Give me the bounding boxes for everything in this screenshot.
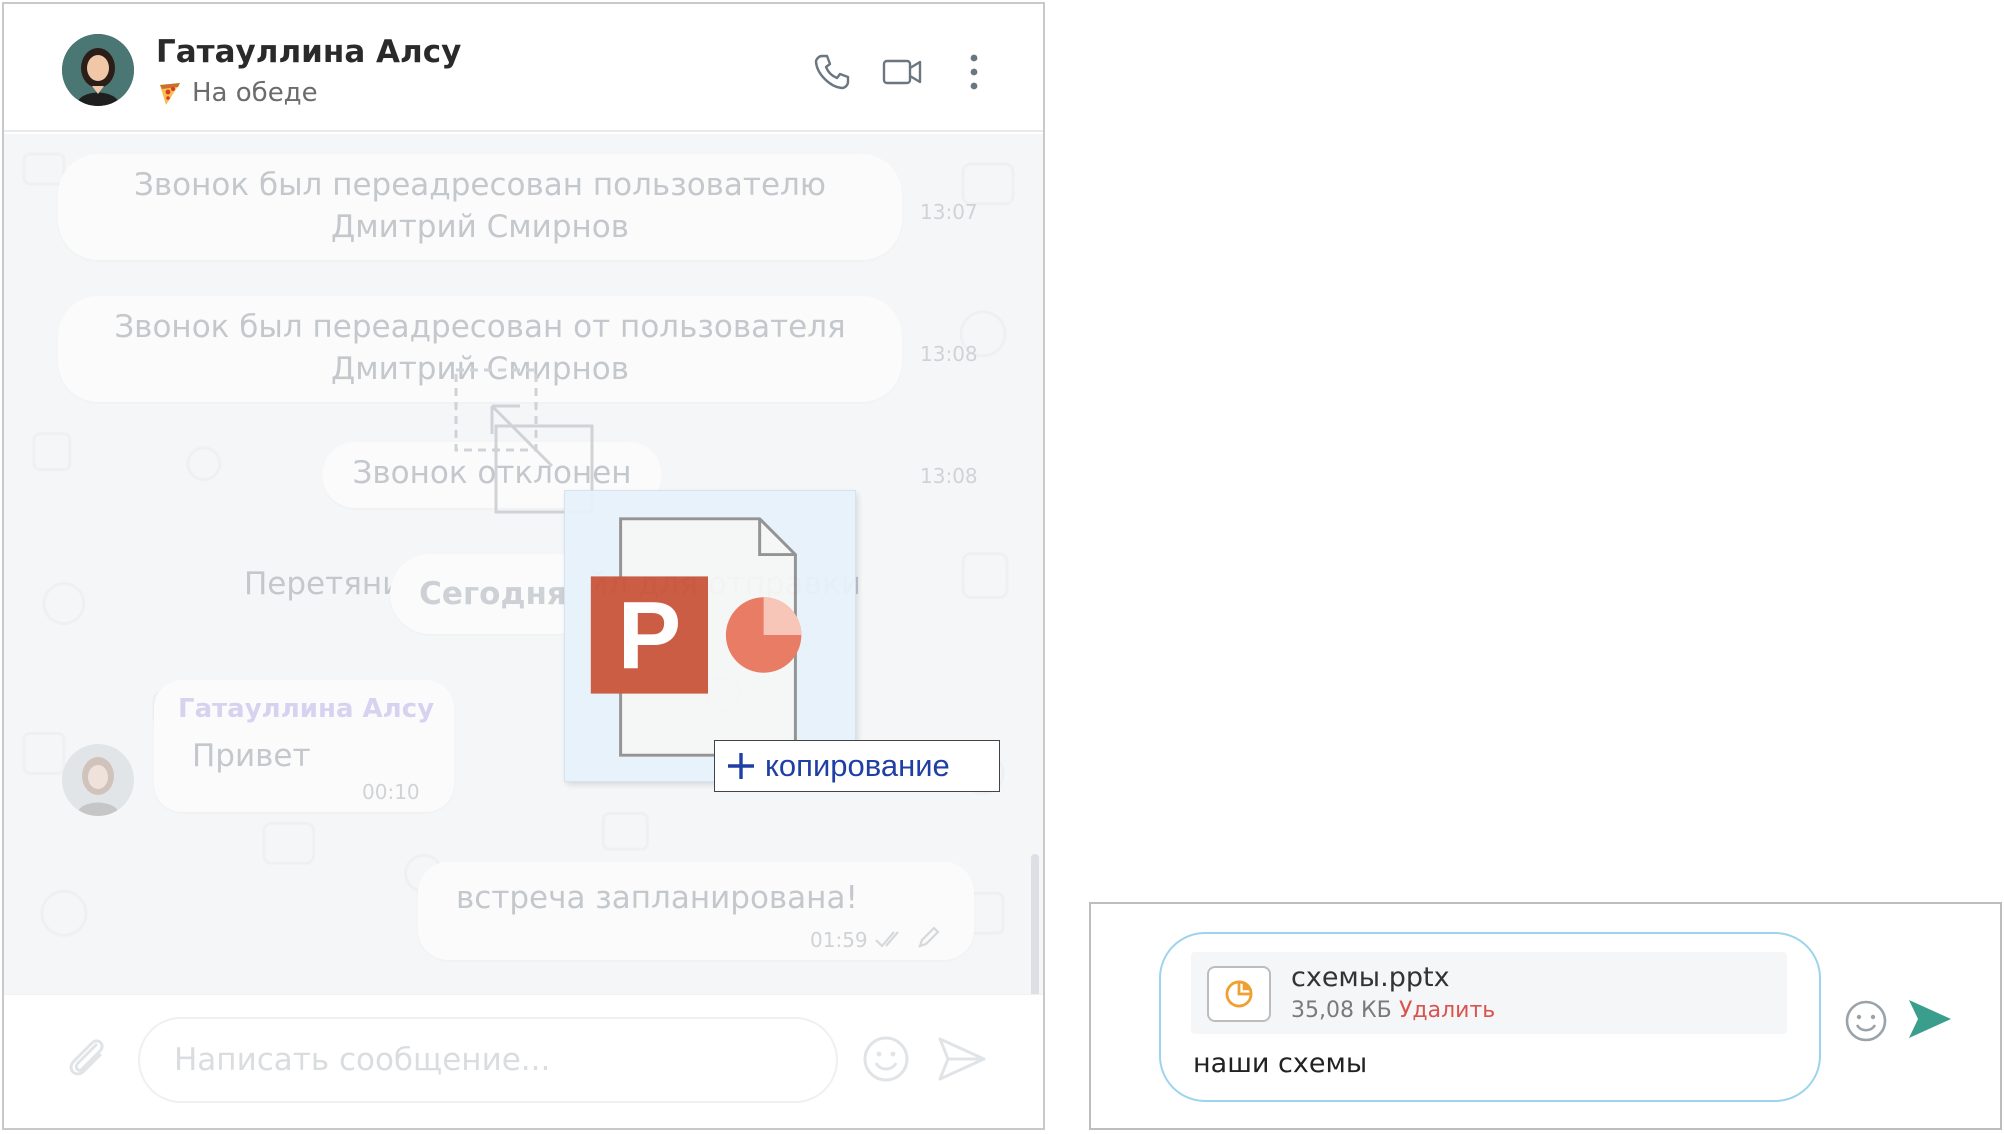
message-text: встреча запланирована! <box>456 880 858 916</box>
presentation-file-icon <box>1207 966 1271 1022</box>
plus-icon <box>728 753 754 779</box>
system-message-text: Звонок был переадресован пользователю Дм… <box>134 167 826 245</box>
message-list[interactable]: Звонок был переадресован пользователю Дм… <box>4 134 1043 1104</box>
message-time: 01:59 <box>810 928 868 952</box>
video-camera-icon[interactable] <box>880 50 924 94</box>
outgoing-message: встреча запланирована! 01:59 <box>418 862 974 960</box>
message-time: 13:08 <box>920 342 978 366</box>
composer-panel: схемы.pptx 35,08 КБ Удалить наши схемы <box>1089 902 2002 1130</box>
message-time: 00:10 <box>362 780 420 804</box>
compose-box[interactable]: схемы.pptx 35,08 КБ Удалить наши схемы <box>1159 932 1821 1102</box>
contact-status: На обеде <box>156 78 318 108</box>
phone-icon[interactable] <box>810 50 854 94</box>
sender-name: Гатауллина Алсу <box>178 694 435 724</box>
send-icon[interactable] <box>1905 994 1955 1044</box>
chat-header: Гатауллина Алсу На обеде <box>4 4 1043 132</box>
copy-badge-text: копирование <box>765 748 950 783</box>
emoji-icon[interactable] <box>1841 996 1891 1046</box>
incoming-message: Гатауллина Алсу Привет 00:10 <box>154 680 454 812</box>
message-time: 13:08 <box>920 464 978 488</box>
status-text: На обеде <box>192 78 318 108</box>
powerpoint-file-icon: P <box>590 517 802 757</box>
paperclip-icon[interactable] <box>62 1031 114 1083</box>
attachment-size: 35,08 КБ <box>1291 998 1392 1023</box>
system-message: Звонок был переадресован пользователю Дм… <box>58 154 902 260</box>
chat-footer: Написать сообщение... <box>4 994 1043 1128</box>
send-icon[interactable] <box>936 1033 988 1085</box>
copy-badge: копирование <box>714 740 1000 792</box>
delete-attachment-link[interactable]: Удалить <box>1399 998 1495 1023</box>
chat-window: Гатауллина Алсу На обеде Звонок был пере… <box>2 2 1045 1130</box>
more-vertical-icon[interactable] <box>952 50 996 94</box>
message-input[interactable]: Написать сообщение... <box>138 1017 838 1103</box>
contact-name: Гатауллина Алсу <box>156 34 462 70</box>
compose-text[interactable]: наши схемы <box>1193 1048 1367 1079</box>
svg-text:P: P <box>618 583 682 689</box>
drag-file-preview: P <box>564 490 856 782</box>
avatar[interactable] <box>62 34 134 106</box>
attachment-card: схемы.pptx 35,08 КБ Удалить <box>1191 952 1787 1034</box>
sender-avatar[interactable] <box>62 744 134 816</box>
message-text: Привет <box>192 738 311 774</box>
edit-icon <box>918 926 940 948</box>
emoji-icon[interactable] <box>860 1033 912 1085</box>
attachment-name: схемы.pptx <box>1291 962 1450 993</box>
message-time: 13:07 <box>920 200 978 224</box>
pizza-icon <box>160 83 180 105</box>
double-check-icon <box>875 931 899 948</box>
